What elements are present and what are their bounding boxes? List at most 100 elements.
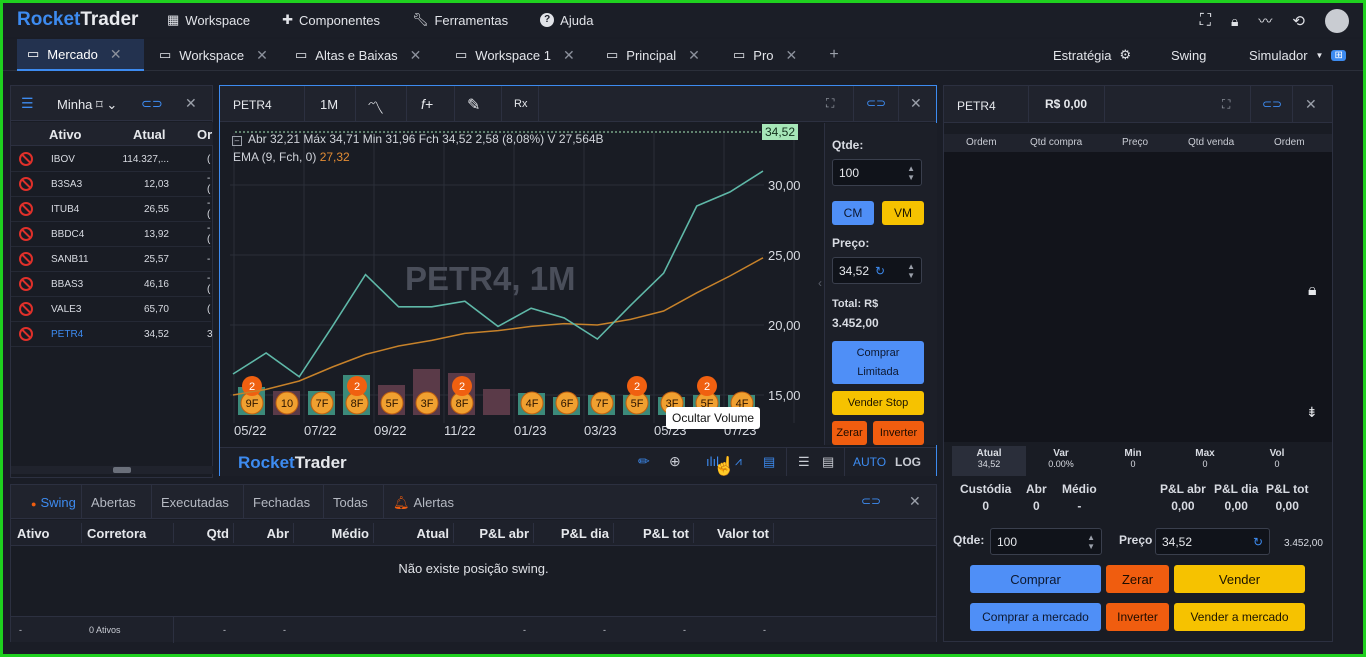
nav-ajuda[interactable]: ? Ajuda xyxy=(540,13,593,28)
column-header[interactable]: P&L tot xyxy=(643,526,689,541)
collapse-icon[interactable]: – xyxy=(232,136,242,146)
tab-pro[interactable]: ▭ Pro ✕ xyxy=(723,39,813,71)
column-header[interactable]: Abr xyxy=(267,526,289,541)
close-icon[interactable]: ✕ xyxy=(688,47,700,64)
log-scale-button[interactable]: LOG xyxy=(895,455,921,469)
book-inverter-button[interactable]: Inverter xyxy=(1106,603,1169,631)
refresh-icon[interactable]: ↻ xyxy=(875,264,885,278)
refresh-icon[interactable]: ⟲ xyxy=(1292,12,1305,30)
lock-icon[interactable]: 🔒︎ xyxy=(1308,282,1317,300)
vender-button[interactable]: Vender xyxy=(1174,565,1305,593)
column-header[interactable]: Médio xyxy=(331,526,369,541)
close-icon[interactable]: ✕ xyxy=(110,46,122,63)
watchlist-row[interactable]: ITUB4 26,55 -( xyxy=(11,197,211,222)
column-header[interactable]: Atual xyxy=(417,526,450,541)
add-tab-button[interactable]: + xyxy=(819,39,849,71)
comprar-limitada-button[interactable]: Comprar Limitada xyxy=(832,341,924,384)
rx-button[interactable]: Rx xyxy=(514,98,527,110)
close-icon[interactable]: ✕ xyxy=(563,47,575,64)
stepper-icon[interactable]: ▲ ▼ xyxy=(1087,533,1095,551)
layout-icon-a[interactable]: ☰ xyxy=(798,454,810,470)
book-column-header[interactable]: Qtd compra xyxy=(1030,137,1082,148)
chevron-left-icon[interactable]: ‹ xyxy=(818,276,822,290)
book-column-header[interactable]: Ordem xyxy=(1274,137,1305,148)
vm-button[interactable]: VM xyxy=(882,201,924,225)
horizontal-scrollbar[interactable] xyxy=(11,466,213,474)
indicators-button[interactable]: f+ xyxy=(421,96,433,112)
activity-icon[interactable]: 〰 xyxy=(1258,11,1272,31)
book-column-header[interactable]: Qtd venda xyxy=(1188,137,1234,148)
list-icon[interactable]: ☰ xyxy=(21,95,34,112)
col-atual[interactable]: Atual xyxy=(133,127,166,142)
zoom-icon[interactable]: ⊕ xyxy=(669,453,681,470)
scrollbar-thumb[interactable] xyxy=(113,467,131,473)
nav-workspace[interactable]: ▦ Workspace xyxy=(167,12,250,28)
col-or[interactable]: Or xyxy=(197,127,212,142)
area-chart-icon[interactable]: ⩘ xyxy=(735,454,742,469)
column-header[interactable]: P&L abr xyxy=(479,526,529,541)
tab-workspace-1[interactable]: ▭ Workspace 1 ✕ xyxy=(445,39,585,71)
close-icon[interactable]: ✕ xyxy=(256,47,268,64)
link-icon[interactable]: ⊂⊃ xyxy=(866,96,886,110)
estrategia-button[interactable]: Estratégia ⚙ xyxy=(1043,39,1141,71)
watchlist-row[interactable]: VALE3 65,70 ( xyxy=(11,297,211,322)
col-ativo[interactable]: Ativo xyxy=(49,127,82,142)
resize-icon[interactable]: ⇟ xyxy=(1306,404,1318,421)
auto-scale-button[interactable]: AUTO xyxy=(853,455,886,469)
column-header[interactable]: Qtd xyxy=(207,526,229,541)
vender-mercado-button[interactable]: Vender a mercado xyxy=(1174,603,1305,631)
book-qtde-input[interactable]: 100 ▲ ▼ xyxy=(990,528,1102,555)
position-tab[interactable]: Executadas xyxy=(161,485,244,519)
close-icon[interactable]: ✕ xyxy=(786,47,798,64)
book-zerar-button[interactable]: Zerar xyxy=(1106,565,1169,593)
preco-input[interactable]: 34,52 ↻ ▲ ▼ xyxy=(832,257,922,284)
book-symbol[interactable]: PETR4 xyxy=(957,99,996,113)
fullscreen-icon[interactable]: ⛶ xyxy=(1200,12,1211,30)
column-header[interactable]: P&L dia xyxy=(561,526,609,541)
tab-mercado[interactable]: ▭ Mercado ✕ xyxy=(17,39,144,71)
position-tab[interactable]: ● Swing xyxy=(31,485,82,519)
chart-symbol[interactable]: PETR4 xyxy=(233,98,272,112)
pencil-icon[interactable]: ✎ xyxy=(467,95,480,115)
book-column-header[interactable]: Ordem xyxy=(966,137,997,148)
watchlist-row[interactable]: BBAS3 46,16 -( xyxy=(11,272,211,297)
watchlist-row[interactable]: IBOV 114.327,... ( xyxy=(11,147,211,172)
position-tab[interactable]: 🔔︎ Alertas xyxy=(393,495,454,511)
link-icon[interactable]: ⊂⊃ xyxy=(141,96,163,112)
stepper-icon[interactable]: ▲ ▼ xyxy=(907,262,915,280)
avatar[interactable] xyxy=(1325,9,1349,33)
nav-componentes[interactable]: ✚ Componentes xyxy=(282,12,380,28)
tab-workspace[interactable]: ▭ Workspace ✕ xyxy=(149,39,273,71)
swing-button[interactable]: Swing xyxy=(1161,39,1216,71)
comprar-button[interactable]: Comprar xyxy=(970,565,1101,593)
close-icon[interactable]: ✕ xyxy=(910,95,922,112)
link-icon[interactable]: ⊂⊃ xyxy=(1262,97,1282,111)
book-preco-input[interactable]: 34,52 ↻ xyxy=(1155,528,1270,555)
watchlist-row[interactable]: B3SA3 12,03 -( xyxy=(11,172,211,197)
position-tab[interactable]: Fechadas xyxy=(253,485,324,519)
tab-principal[interactable]: ▭ Principal ✕ xyxy=(596,39,718,71)
bars-icon[interactable]: ▤ xyxy=(763,454,775,470)
watchlist-row[interactable]: SANB11 25,57 - xyxy=(11,247,211,272)
expand-icon[interactable]: ⛶ xyxy=(826,96,834,111)
close-icon[interactable]: ✕ xyxy=(909,493,921,510)
watchlist-select[interactable]: Minha ⌑ ⌄ xyxy=(57,97,117,113)
book-column-header[interactable]: Preço xyxy=(1122,137,1148,148)
lock-icon[interactable]: 🔒︎ xyxy=(1231,13,1238,30)
nav-ferramentas[interactable]: 🔧︎ Ferramentas xyxy=(412,12,508,28)
link-icon[interactable]: ⊂⊃ xyxy=(861,494,881,508)
expand-icon[interactable]: ⛶ xyxy=(1222,97,1230,112)
close-icon[interactable]: ✕ xyxy=(185,95,197,112)
simulador-select[interactable]: Simulador ▼ ⊞ xyxy=(1239,39,1356,71)
vender-stop-button[interactable]: Vender Stop xyxy=(832,391,924,415)
watchlist-row[interactable]: BBDC4 13,92 -( xyxy=(11,222,211,247)
app-logo[interactable]: RocketTrader xyxy=(17,9,167,31)
column-header[interactable]: Corretora xyxy=(87,526,146,541)
qtde-input[interactable]: 100 ▲ ▼ xyxy=(832,159,922,186)
column-header[interactable]: Valor tot xyxy=(717,526,769,541)
zerar-button[interactable]: Zerar xyxy=(832,421,867,445)
watchlist-row[interactable]: PETR4 34,52 3 xyxy=(11,322,213,347)
layout-icon-b[interactable]: ▤ xyxy=(822,454,834,470)
close-icon[interactable]: ✕ xyxy=(410,47,422,64)
position-tab[interactable]: Todas xyxy=(333,485,384,519)
